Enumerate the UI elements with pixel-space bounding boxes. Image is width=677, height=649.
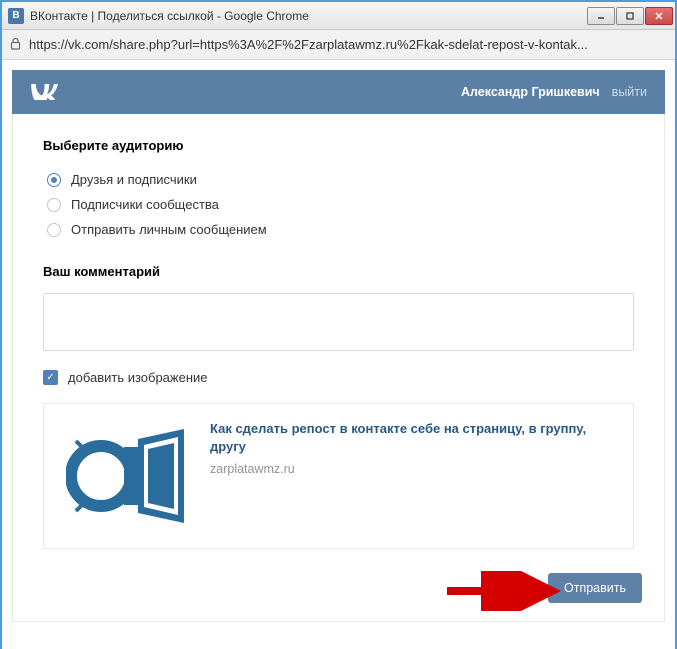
radio-label: Друзья и подписчики [71,172,197,187]
window-title: ВКонтакте | Поделиться ссылкой - Google … [30,9,587,23]
submit-button[interactable]: Отправить [548,573,642,603]
radio-community[interactable]: Подписчики сообщества [43,192,634,217]
maximize-button[interactable] [616,7,644,25]
radio-private-message[interactable]: Отправить личным сообщением [43,217,634,242]
radio-icon [47,223,61,237]
audience-radio-group: Друзья и подписчики Подписчики сообществ… [43,167,634,242]
window-titlebar: В ВКонтакте | Поделиться ссылкой - Googl… [2,2,675,30]
checkbox-icon: ✓ [43,370,58,385]
favicon-icon: В [8,8,24,24]
vk-header: Александр Гришкевич выйти [12,70,665,114]
preview-thumbnail [56,416,196,536]
radio-friends[interactable]: Друзья и подписчики [43,167,634,192]
audience-title: Выберите аудиторию [43,138,634,153]
comment-title: Ваш комментарий [43,264,634,279]
page-content: Александр Гришкевич выйти Выберите аудит… [2,60,675,649]
address-text[interactable]: https://vk.com/share.php?url=https%3A%2F… [29,37,667,52]
preview-domain: zarplatawmz.ru [210,462,621,476]
checkbox-label: добавить изображение [68,370,208,385]
link-preview: Как сделать репост в контакте себе на ст… [43,403,634,549]
minimize-button[interactable] [587,7,615,25]
preview-text-block: Как сделать репост в контакте себе на ст… [210,416,621,536]
preview-title: Как сделать репост в контакте себе на ст… [210,420,621,456]
comment-textarea[interactable] [43,293,634,351]
radio-icon [47,198,61,212]
close-button[interactable] [645,7,673,25]
username-label: Александр Гришкевич [461,85,600,99]
vk-logo-icon [30,82,58,103]
logout-link[interactable]: выйти [612,85,647,99]
share-panel: Выберите аудиторию Друзья и подписчики П… [12,114,665,622]
radio-icon [47,173,61,187]
radio-label: Отправить личным сообщением [71,222,267,237]
add-image-checkbox-row[interactable]: ✓ добавить изображение [43,370,634,385]
address-bar: https://vk.com/share.php?url=https%3A%2F… [2,30,675,60]
radio-label: Подписчики сообщества [71,197,219,212]
lock-icon [10,37,21,53]
window-controls [587,7,673,25]
